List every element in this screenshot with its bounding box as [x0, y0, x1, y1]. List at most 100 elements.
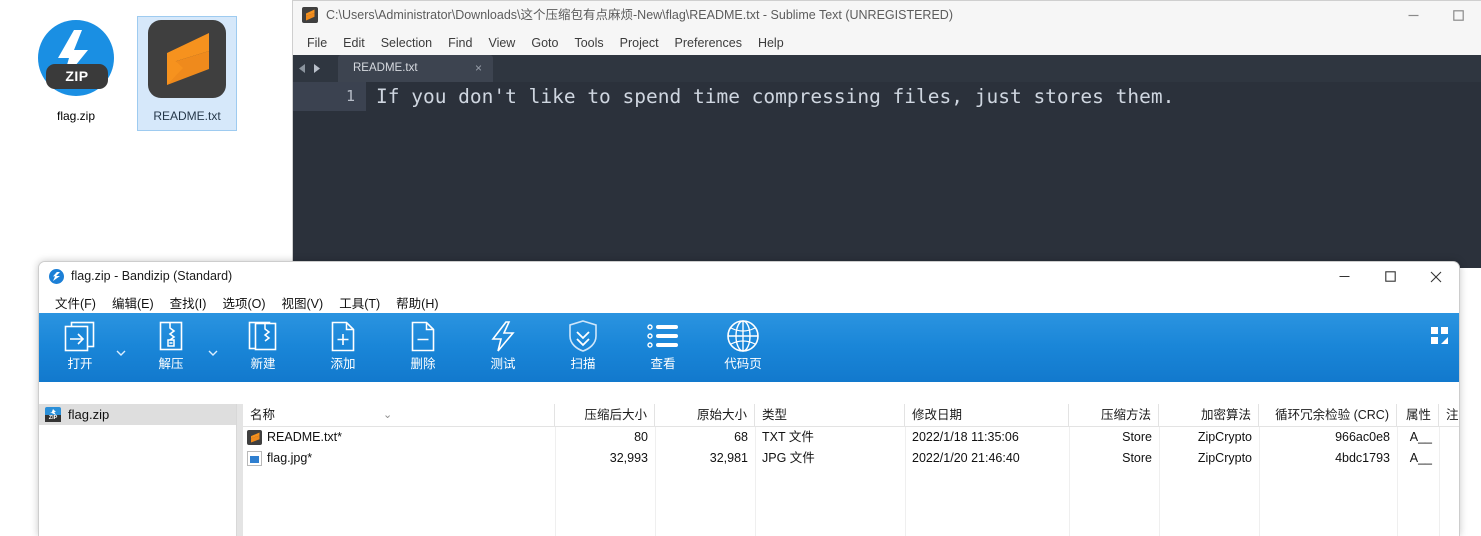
desktop-root: ZIP flag.zip README.txt C:\Users\Adminis…	[0, 0, 1481, 536]
toolbar-button-new[interactable]: 新建	[230, 318, 296, 380]
toolbar-button-view[interactable]: 查看	[630, 318, 696, 380]
close-button[interactable]	[1413, 262, 1459, 291]
toolbar-label: 扫描	[570, 357, 596, 371]
sublime-titlebar[interactable]: C:\Users\Administrator\Downloads\这个压缩包有点…	[293, 1, 1481, 30]
tab-readme-txt[interactable]: README.txt ×	[338, 55, 493, 82]
cell-packed-size: 32,993	[609, 451, 648, 465]
column-header-original-size[interactable]: 原始大小	[655, 404, 755, 427]
grid-layout-icon[interactable]	[1431, 327, 1449, 345]
file-list-header: 名称 压缩后大小 原始大小 类型 修改日期 压缩方法 加密算法 循环冗余检验 (…	[243, 404, 1459, 427]
codepage-globe-icon	[710, 318, 776, 354]
chevron-down-icon[interactable]	[206, 346, 220, 360]
bandizip-app-icon	[49, 269, 64, 284]
menu-item-project[interactable]: Project	[612, 33, 667, 53]
desktop-icon-readme-txt[interactable]: README.txt	[137, 16, 237, 131]
cell-modified: 2022/1/18 11:35:06	[912, 430, 1019, 444]
cell-comment	[1439, 448, 1459, 469]
cell-crc: 966ac0e8	[1335, 430, 1390, 444]
column-header-method[interactable]: 压缩方法	[1069, 404, 1159, 427]
delete-file-icon	[390, 318, 456, 354]
bandizip-window-title: flag.zip - Bandizip (Standard)	[71, 269, 233, 283]
sublime-logo-icon	[167, 33, 209, 85]
sublime-app-icon	[302, 7, 318, 23]
new-archive-icon	[230, 318, 296, 354]
archive-tree-panel[interactable]: flag.zip	[39, 404, 237, 536]
chevron-left-icon[interactable]	[297, 63, 308, 74]
column-header-packed-size[interactable]: 压缩后大小	[555, 404, 655, 427]
tree-item-flag-zip[interactable]: flag.zip	[39, 404, 236, 425]
minimize-button[interactable]	[1321, 262, 1367, 291]
sublime-editor-area[interactable]: 1 If you don't like to spend time compre…	[293, 82, 1481, 268]
zip-file-icon	[45, 407, 61, 422]
toolbar-label: 代码页	[724, 357, 762, 371]
editor-vertical-scrollbar[interactable]	[1476, 82, 1481, 268]
chevron-right-icon[interactable]	[311, 63, 322, 74]
cell-comment	[1439, 427, 1459, 448]
menu-item-goto[interactable]: Goto	[523, 33, 566, 53]
toolbar-button-codepage[interactable]: 代码页	[710, 318, 776, 380]
toolbar-label: 新建	[250, 357, 276, 371]
desktop-icon-label: flag.zip	[56, 109, 96, 123]
column-header-modified[interactable]: 修改日期	[905, 404, 1069, 427]
table-row[interactable]: README.txt* 80 68 TXT 文件 2022/1/18 11:35…	[243, 427, 1459, 448]
maximize-button[interactable]	[1436, 1, 1481, 30]
menu-item-options[interactable]: 选项(O)	[214, 293, 273, 312]
toolbar-label: 添加	[330, 357, 356, 371]
toolbar-button-delete[interactable]: 删除	[390, 318, 456, 380]
menu-item-edit[interactable]: Edit	[335, 33, 373, 53]
menu-item-file[interactable]: File	[299, 33, 335, 53]
table-row[interactable]: flag.jpg* 32,993 32,981 JPG 文件 2022/1/20…	[243, 448, 1459, 469]
toolbar-button-scan[interactable]: 扫描	[550, 318, 616, 380]
menu-item-selection[interactable]: Selection	[373, 33, 440, 53]
menu-item-view[interactable]: View	[480, 33, 523, 53]
menu-item-edit[interactable]: 编辑(E)	[104, 293, 162, 312]
chevron-down-icon[interactable]	[114, 346, 128, 360]
column-header-type[interactable]: 类型	[755, 404, 905, 427]
menu-item-tools[interactable]: 工具(T)	[331, 293, 388, 312]
sublime-tabstrip: README.txt ×	[293, 55, 1481, 82]
tab-nav-arrows[interactable]	[297, 55, 322, 82]
toolbar-button-test[interactable]: 测试	[470, 318, 536, 380]
bandizip-toolbar: 打开 解压 新建 添加 删除 测试 扫描 查看 代码页	[39, 313, 1459, 382]
editor-gutter: 1	[293, 82, 366, 111]
test-bolt-icon	[470, 318, 536, 354]
menu-item-view[interactable]: 视图(V)	[274, 293, 332, 312]
sublime-text-window: C:\Users\Administrator\Downloads\这个压缩包有点…	[292, 0, 1481, 268]
cell-modified: 2022/1/20 21:46:40	[912, 451, 1020, 465]
menu-item-find[interactable]: Find	[440, 33, 480, 53]
sublime-window-title: C:\Users\Administrator\Downloads\这个压缩包有点…	[326, 8, 953, 22]
menu-item-help[interactable]: 帮助(H)	[388, 293, 446, 312]
menu-item-tools[interactable]: Tools	[566, 33, 611, 53]
column-header-encryption[interactable]: 加密算法	[1159, 404, 1259, 427]
toolbar-label: 查看	[650, 357, 676, 371]
cell-method: Store	[1122, 430, 1152, 444]
menu-item-preferences[interactable]: Preferences	[667, 33, 750, 53]
desktop-icon-flag-zip[interactable]: ZIP flag.zip	[26, 16, 126, 125]
open-archive-icon	[47, 318, 113, 354]
sublime-menubar: File Edit Selection Find View Goto Tools…	[293, 30, 1481, 55]
column-header-name[interactable]: 名称	[243, 404, 555, 427]
toolbar-button-add[interactable]: 添加	[310, 318, 376, 380]
extract-icon	[138, 318, 204, 354]
bandizip-window-controls	[1321, 262, 1459, 291]
menu-item-help[interactable]: Help	[750, 33, 792, 53]
menu-item-file[interactable]: 文件(F)	[47, 293, 104, 312]
maximize-button[interactable]	[1367, 262, 1413, 291]
menu-item-find[interactable]: 查找(I)	[162, 293, 215, 312]
minimize-button[interactable]	[1391, 1, 1436, 30]
bandizip-menubar: 文件(F) 编辑(E) 查找(I) 选项(O) 视图(V) 工具(T) 帮助(H…	[39, 291, 1459, 313]
bandizip-titlebar[interactable]: flag.zip - Bandizip (Standard)	[39, 262, 1459, 291]
column-header-comment[interactable]: 注释	[1439, 404, 1459, 427]
scan-shield-icon	[550, 318, 616, 354]
column-header-attributes[interactable]: 属性	[1397, 404, 1439, 427]
editor-line-1: If you don't like to spend time compress…	[376, 85, 1175, 108]
cell-name: flag.jpg*	[267, 451, 313, 465]
zip-archive-icon: ZIP	[26, 16, 126, 108]
cell-type: TXT 文件	[762, 430, 814, 444]
toolbar-button-extract[interactable]: 解压	[138, 318, 204, 380]
file-list-view[interactable]: 名称 压缩后大小 原始大小 类型 修改日期 压缩方法 加密算法 循环冗余检验 (…	[243, 404, 1459, 536]
column-header-crc[interactable]: 循环冗余检验 (CRC)	[1259, 404, 1397, 427]
toolbar-button-open[interactable]: 打开	[47, 318, 113, 380]
tab-close-icon[interactable]: ×	[475, 55, 482, 82]
sort-chevron-down-icon[interactable]: ⌄	[383, 408, 392, 421]
